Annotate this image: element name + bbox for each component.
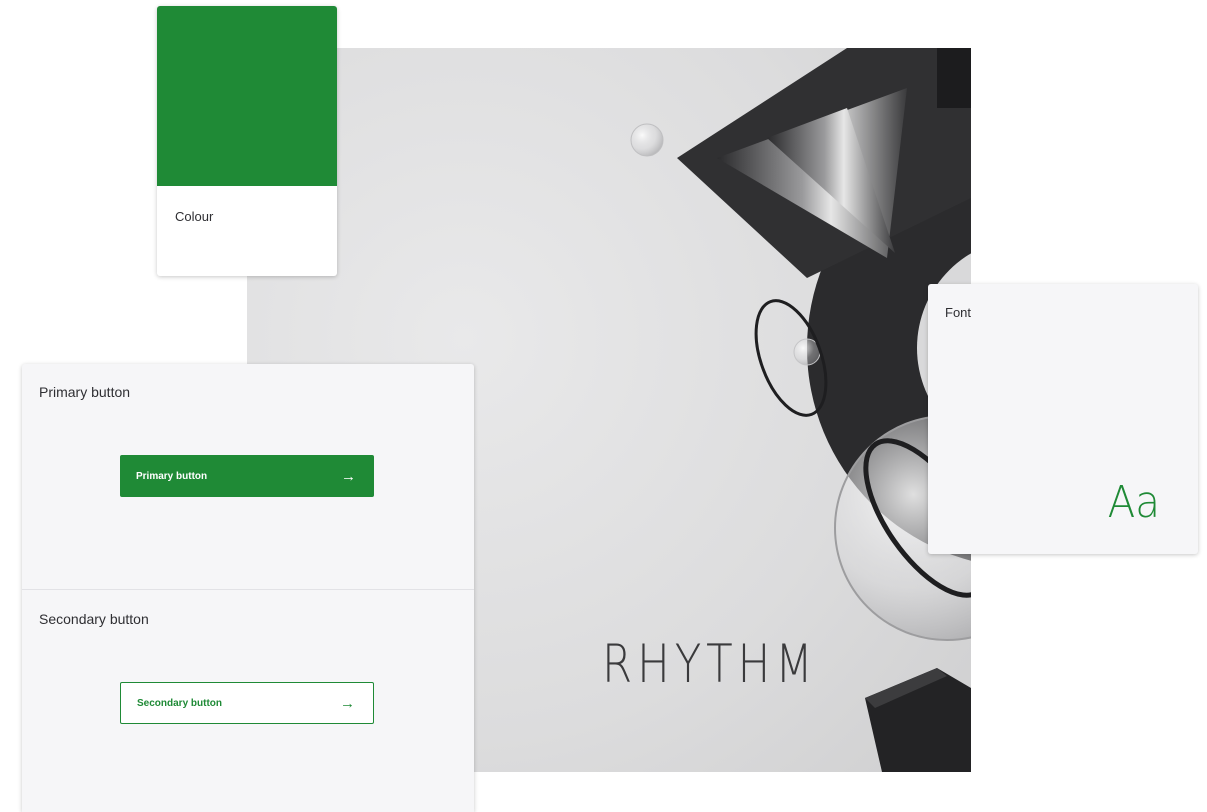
colour-swatch (157, 6, 337, 186)
colour-card-label: Colour (175, 209, 214, 224)
hero-wordmark: RHYTHM (602, 634, 818, 695)
font-sample: Aa (1107, 477, 1160, 528)
buttons-panel: Primary button Primary button → Secondar… (22, 364, 474, 812)
secondary-button[interactable]: Secondary button → (120, 682, 374, 724)
brand-showcase: RHYTHM Colour Font Aa Primary button Pri… (0, 0, 1207, 812)
secondary-button-label: Secondary button (137, 697, 223, 709)
arrow-right-icon: → (340, 694, 355, 712)
primary-button-label: Primary button (136, 470, 208, 482)
arrow-right-icon: → (341, 467, 356, 485)
colour-card[interactable]: Colour (157, 6, 337, 276)
section-divider (22, 589, 474, 590)
primary-button[interactable]: Primary button → (120, 455, 374, 497)
primary-section-title: Primary button (39, 384, 131, 400)
font-card[interactable]: Font Aa (928, 284, 1198, 554)
font-card-label: Font (945, 305, 972, 320)
secondary-section-title: Secondary button (39, 611, 149, 627)
